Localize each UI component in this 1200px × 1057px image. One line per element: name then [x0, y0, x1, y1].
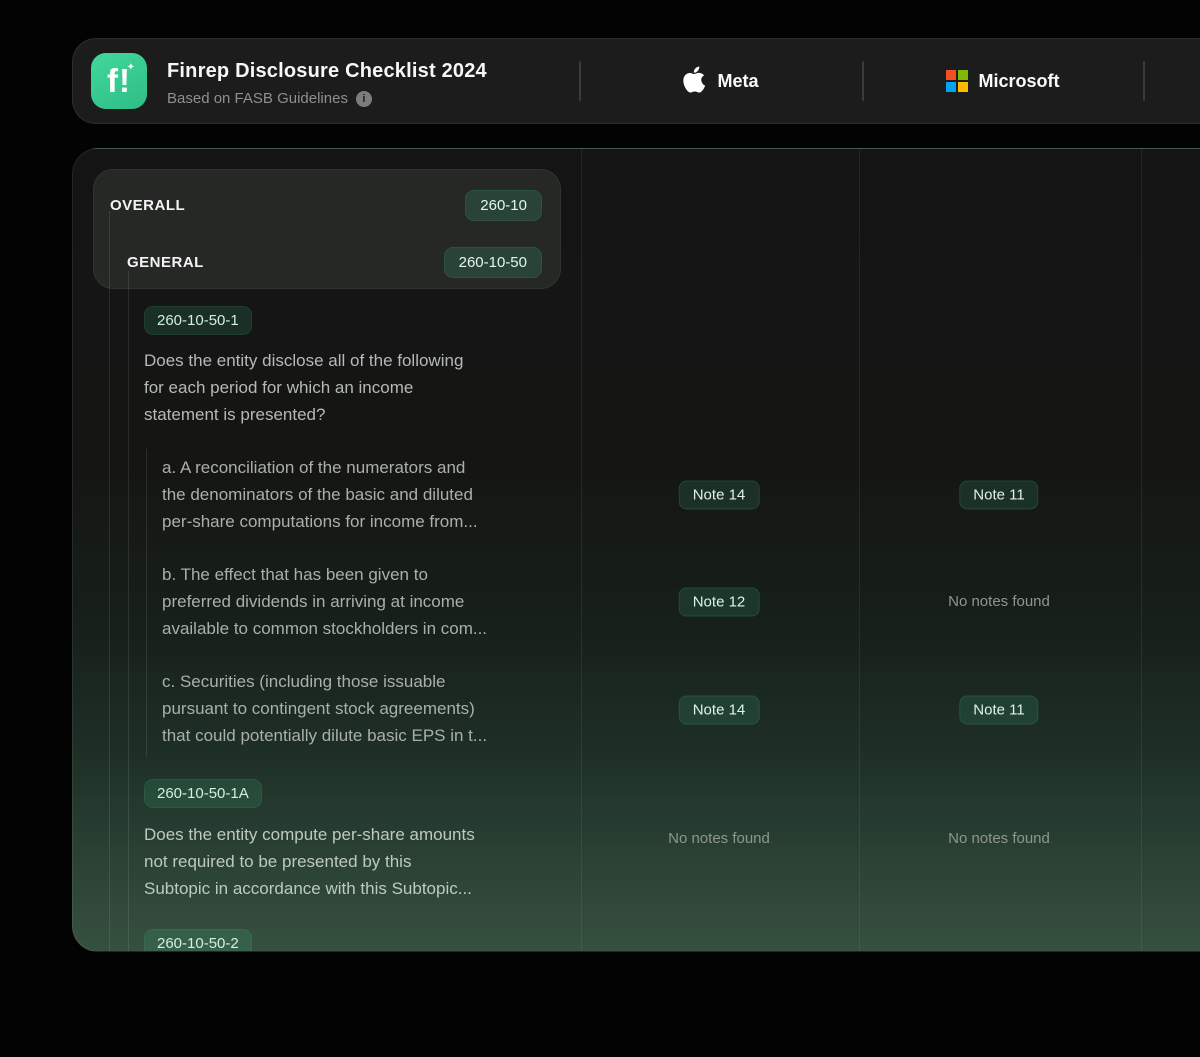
page-title: Finrep Disclosure Checklist 2024: [167, 60, 487, 83]
microsoft-icon: [946, 70, 968, 92]
note-cell-meta: Note 14: [679, 481, 760, 510]
question-line: Does the entity disclose all of the foll…: [144, 347, 463, 374]
subitem-line: that could potentially dilute basic EPS …: [162, 722, 487, 749]
section-row-overall: OVERALL 260-10: [110, 183, 542, 227]
indent-guide-overall: [109, 211, 110, 951]
subitem-c: c. Securities (including those issuable …: [162, 668, 487, 749]
indent-guide-general: [128, 271, 129, 951]
column-header-microsoft-label: Microsoft: [979, 71, 1060, 92]
question-line: Subtopic in accordance with this Subtopi…: [144, 875, 475, 902]
header-bar: f! ✦ Finrep Disclosure Checklist 2024 Ba…: [72, 38, 1200, 124]
subitem-line: the denominators of the basic and dilute…: [162, 481, 478, 508]
question-line: for each period for which an income: [144, 374, 463, 401]
note-badge[interactable]: Note 12: [679, 588, 760, 617]
subitem-line: available to common stockholders in com.…: [162, 615, 487, 642]
subitem-b: b. The effect that has been given to pre…: [162, 561, 487, 642]
app-logo: f! ✦: [91, 53, 147, 109]
checklist-panel: OVERALL 260-10 GENERAL 260-10-50 260-10-…: [72, 148, 1200, 952]
no-notes-text: No notes found: [948, 830, 1050, 847]
subitem-a: a. A reconciliation of the numerators an…: [162, 454, 478, 535]
subsection-code-badge[interactable]: 260-10-50: [444, 247, 542, 278]
subitem-line: preferred dividends in arriving at incom…: [162, 588, 487, 615]
item-code-badge[interactable]: 260-10-50-1: [144, 306, 252, 335]
app-window: f! ✦ Finrep Disclosure Checklist 2024 Ba…: [0, 0, 1200, 1057]
apple-icon: [682, 65, 706, 94]
column-header-meta-label: Meta: [717, 71, 758, 92]
note-badge[interactable]: Note 11: [959, 481, 1038, 510]
section-row-general: GENERAL 260-10-50: [127, 242, 542, 282]
item-question: Does the entity compute per-share amount…: [144, 821, 475, 902]
column-divider: [1141, 149, 1142, 951]
subitem-line: a. A reconciliation of the numerators an…: [162, 454, 478, 481]
note-badge[interactable]: Note 14: [679, 696, 760, 725]
note-cell-microsoft: No notes found: [948, 593, 1050, 611]
info-icon[interactable]: i: [356, 91, 372, 107]
note-cell-microsoft: No notes found: [948, 830, 1050, 848]
question-line: statement is presented?: [144, 401, 463, 428]
note-badge[interactable]: Note 14: [679, 481, 760, 510]
no-notes-text: No notes found: [948, 593, 1050, 610]
question-line: not required to be presented by this: [144, 848, 475, 875]
note-cell-microsoft: Note 11: [959, 481, 1038, 510]
sparkle-icon: ✦: [127, 62, 136, 73]
item-question: Does the entity disclose all of the foll…: [144, 347, 463, 428]
column-header-microsoft: Microsoft: [862, 39, 1143, 123]
subtitle-text: Based on FASB Guidelines: [167, 90, 348, 107]
header-divider: [1143, 61, 1145, 101]
column-divider: [581, 149, 582, 951]
note-cell-microsoft: Note 11: [959, 696, 1038, 725]
note-badge[interactable]: Note 11: [959, 696, 1038, 725]
subitem-indent-rail: [146, 449, 147, 757]
section-label: OVERALL: [110, 197, 185, 214]
item-code-badge[interactable]: 260-10-50-2: [144, 929, 252, 952]
section-code-badge[interactable]: 260-10: [465, 190, 542, 221]
subsection-label: GENERAL: [127, 254, 204, 271]
note-cell-meta: Note 12: [679, 588, 760, 617]
subitem-line: pursuant to contingent stock agreements): [162, 695, 487, 722]
question-line: Does the entity compute per-share amount…: [144, 821, 475, 848]
no-notes-text: No notes found: [668, 830, 770, 847]
note-cell-meta: No notes found: [668, 830, 770, 848]
subitem-line: per-share computations for income from..…: [162, 508, 478, 535]
note-cell-meta: Note 14: [679, 696, 760, 725]
page-subtitle: Based on FASB Guidelines i: [167, 90, 372, 107]
section-card: OVERALL 260-10 GENERAL 260-10-50: [93, 169, 561, 289]
item-code-badge[interactable]: 260-10-50-1A: [144, 779, 262, 808]
column-header-meta: Meta: [579, 39, 862, 123]
subitem-line: c. Securities (including those issuable: [162, 668, 487, 695]
subitem-line: b. The effect that has been given to: [162, 561, 487, 588]
column-divider: [859, 149, 860, 951]
